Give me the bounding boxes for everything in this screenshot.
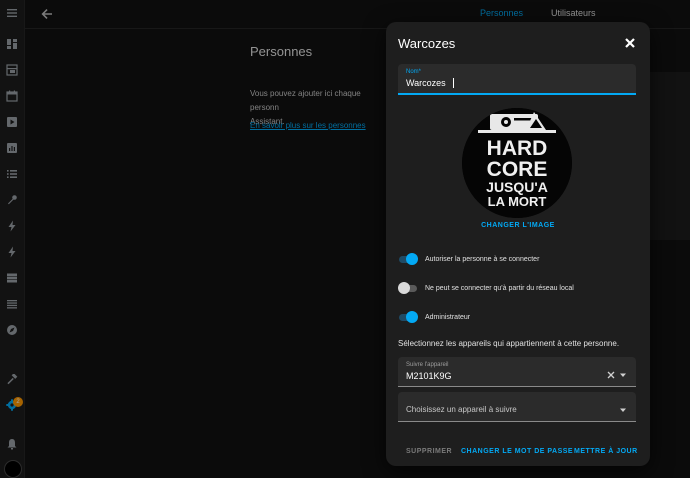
- close-icon[interactable]: [624, 36, 636, 48]
- person-dialog: Warcozes Nom* Warcozes HARD CORE JUSQU'A…: [386, 22, 650, 466]
- delete-button[interactable]: SUPPRIMER: [406, 448, 452, 455]
- avatar-text-line-3: JUSQU'A: [486, 179, 548, 195]
- admin-toggle[interactable]: [398, 311, 418, 325]
- local-only-label: Ne peut se connecter qu'à partir du rése…: [425, 285, 574, 292]
- dialog-title: Warcozes: [398, 36, 456, 51]
- device-select-field[interactable]: Choisissez un appareil à suivre: [398, 392, 636, 422]
- change-password-button[interactable]: CHANGER LE MOT DE PASSE: [461, 448, 573, 455]
- device-tracker-field[interactable]: Suivre l'appareil M2101K9G: [398, 357, 636, 387]
- clear-icon[interactable]: [606, 367, 616, 379]
- avatar-text-line-1: HARD: [487, 137, 548, 160]
- update-button[interactable]: METTRE À JOUR: [574, 448, 638, 455]
- change-image-button[interactable]: CHANGER L'IMAGE: [386, 222, 650, 229]
- devices-description: Sélectionnez les appareils qui appartien…: [398, 339, 620, 348]
- allow-login-label: Autoriser la personne à se connecter: [425, 256, 540, 263]
- text-caret: [453, 78, 454, 88]
- admin-label: Administrateur: [425, 314, 471, 321]
- avatar-text-line-4: LA MORT: [488, 194, 547, 209]
- chevron-down-icon[interactable]: [618, 402, 628, 412]
- local-only-toggle[interactable]: [398, 282, 418, 296]
- name-field[interactable]: Nom* Warcozes: [398, 64, 636, 95]
- toggle-row-allow-login: Autoriser la personne à se connecter: [398, 253, 638, 267]
- person-avatar: HARD CORE JUSQU'A LA MORT: [462, 108, 572, 218]
- name-field-value[interactable]: Warcozes: [406, 78, 446, 88]
- name-field-label: Nom*: [406, 69, 422, 75]
- device-select-placeholder: Choisissez un appareil à suivre: [406, 405, 517, 414]
- toggle-row-local-only: Ne peut se connecter qu'à partir du rése…: [398, 282, 638, 296]
- avatar-text-line-2: CORE: [487, 158, 548, 181]
- device-tracker-label: Suivre l'appareil: [406, 362, 449, 368]
- chevron-down-icon[interactable]: [618, 367, 628, 377]
- device-tracker-value: M2101K9G: [406, 371, 452, 381]
- toggle-row-admin: Administrateur: [398, 311, 638, 325]
- allow-login-toggle[interactable]: [398, 253, 418, 267]
